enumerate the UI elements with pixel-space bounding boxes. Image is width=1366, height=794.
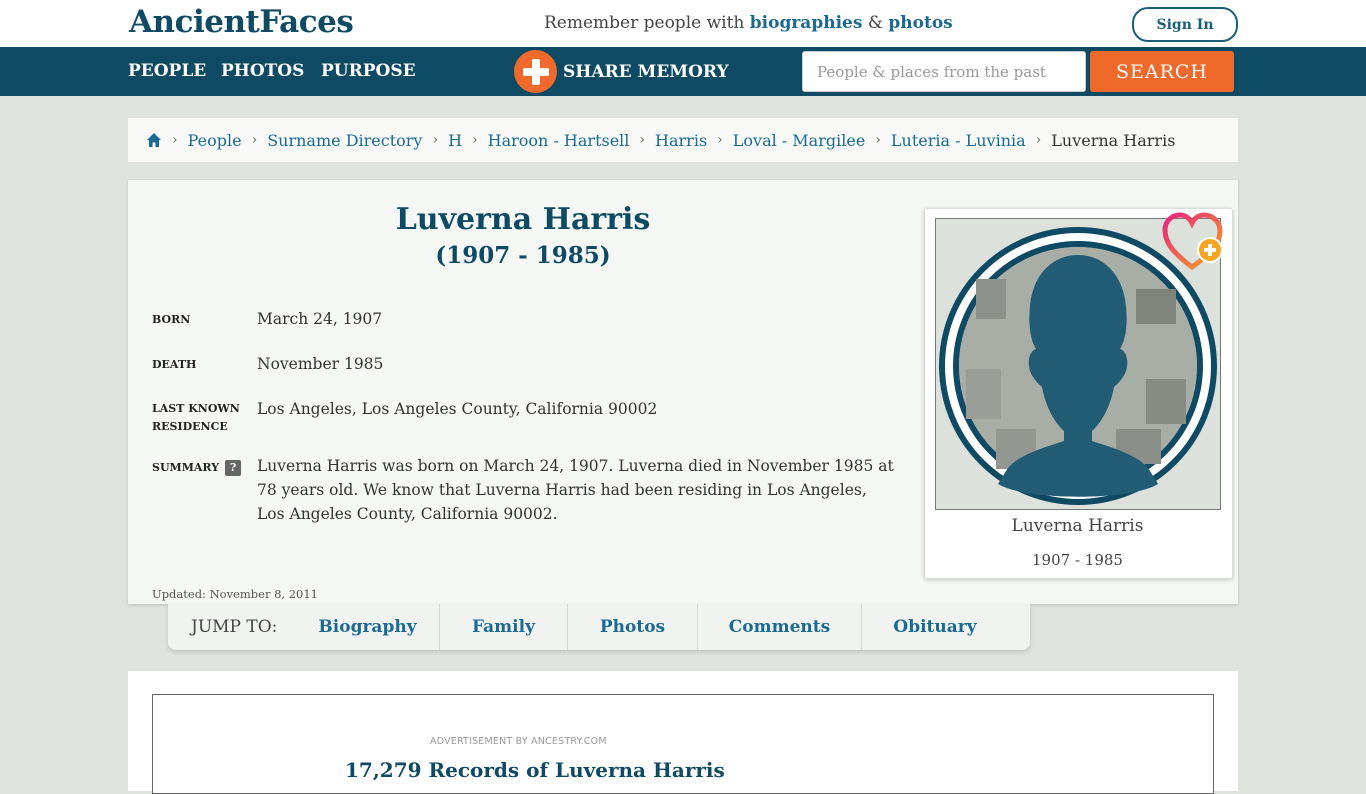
tagline-ampersand: &	[862, 13, 889, 33]
plus-icon	[514, 50, 557, 93]
jump-to-bar: JUMP TO: Biography Family Photos Comment…	[168, 604, 1030, 650]
summary-label: SUMMARY	[152, 461, 220, 474]
chevron-right-icon: ›	[172, 132, 178, 148]
share-memory-button[interactable]: SHARE MEMORY	[514, 50, 729, 93]
home-icon[interactable]	[146, 132, 162, 148]
search-button[interactable]: SEARCH	[1090, 51, 1234, 92]
tagline: Remember people with biographies & photo…	[544, 13, 953, 33]
jump-family[interactable]: Family	[440, 604, 568, 650]
help-icon[interactable]: ?	[225, 460, 242, 476]
person-name: Luverna Harris	[395, 202, 651, 237]
site-logo[interactable]: AncientFaces	[129, 4, 354, 40]
chevron-right-icon: ›	[639, 132, 646, 148]
chevron-right-icon: ›	[1035, 132, 1042, 148]
breadcrumb-given-range[interactable]: Loval - Margilee	[733, 131, 866, 150]
breadcrumb-surname[interactable]: Harris	[655, 131, 707, 150]
chevron-right-icon: ›	[432, 132, 439, 148]
breadcrumb: › People › Surname Directory › H › Haroo…	[128, 118, 1238, 162]
residence-value: Los Angeles, Los Angeles County, Califor…	[257, 400, 658, 418]
breadcrumb-letter[interactable]: H	[448, 131, 462, 150]
breadcrumb-surname-directory[interactable]: Surname Directory	[267, 131, 422, 150]
share-memory-label: SHARE MEMORY	[563, 61, 729, 82]
born-value: March 24, 1907	[257, 310, 383, 328]
photo-caption-name: Luverna Harris	[1011, 516, 1144, 536]
jump-obituary[interactable]: Obituary	[862, 604, 1008, 650]
breadcrumb-surname-range[interactable]: Haroon - Hartsell	[488, 131, 630, 150]
chevron-right-icon: ›	[472, 132, 478, 148]
residence-label: LAST KNOWN RESIDENCE	[152, 402, 240, 433]
tagline-biographies-link[interactable]: biographies	[750, 13, 863, 33]
summary-label-wrap: SUMMARY?	[152, 459, 242, 477]
ad-heading[interactable]: 17,279 Records of Luverna Harris	[345, 758, 725, 782]
breadcrumb-people[interactable]: People	[188, 131, 242, 150]
chevron-right-icon: ›	[717, 132, 723, 148]
tagline-text: Remember people with	[544, 13, 750, 33]
nav-people[interactable]: PEOPLE	[128, 61, 206, 81]
search-input[interactable]	[802, 51, 1086, 92]
photo-caption-years: 1907 - 1985	[1032, 551, 1123, 569]
chevron-right-icon: ›	[251, 132, 258, 148]
top-header: AncientFaces Remember people with biogra…	[0, 0, 1366, 47]
death-value: November 1985	[257, 355, 384, 373]
jump-to-label: JUMP TO:	[191, 617, 278, 637]
tagline-photos-link[interactable]: photos	[888, 13, 952, 33]
sign-in-button[interactable]: Sign In	[1132, 7, 1238, 42]
updated-date: Updated: November 8, 2011	[152, 587, 318, 601]
born-label: BORN	[152, 313, 191, 326]
breadcrumb-name-range[interactable]: Luteria - Luvinia	[891, 131, 1026, 150]
add-favorite-heart-icon[interactable]	[1162, 212, 1228, 272]
jump-biography[interactable]: Biography	[296, 604, 440, 650]
jump-photos[interactable]: Photos	[568, 604, 698, 650]
person-years: (1907 - 1985)	[435, 242, 611, 269]
breadcrumb-current: Luverna Harris	[1051, 130, 1176, 150]
nav-photos[interactable]: PHOTOS	[221, 61, 304, 81]
jump-comments[interactable]: Comments	[698, 604, 862, 650]
nav-purpose[interactable]: PURPOSE	[321, 61, 416, 81]
chevron-right-icon: ›	[875, 132, 881, 148]
death-label: DEATH	[152, 358, 197, 371]
ad-label: ADVERTISEMENT BY ANCESTRY.COM	[430, 736, 607, 747]
summary-value: Luverna Harris was born on March 24, 190…	[257, 457, 894, 523]
